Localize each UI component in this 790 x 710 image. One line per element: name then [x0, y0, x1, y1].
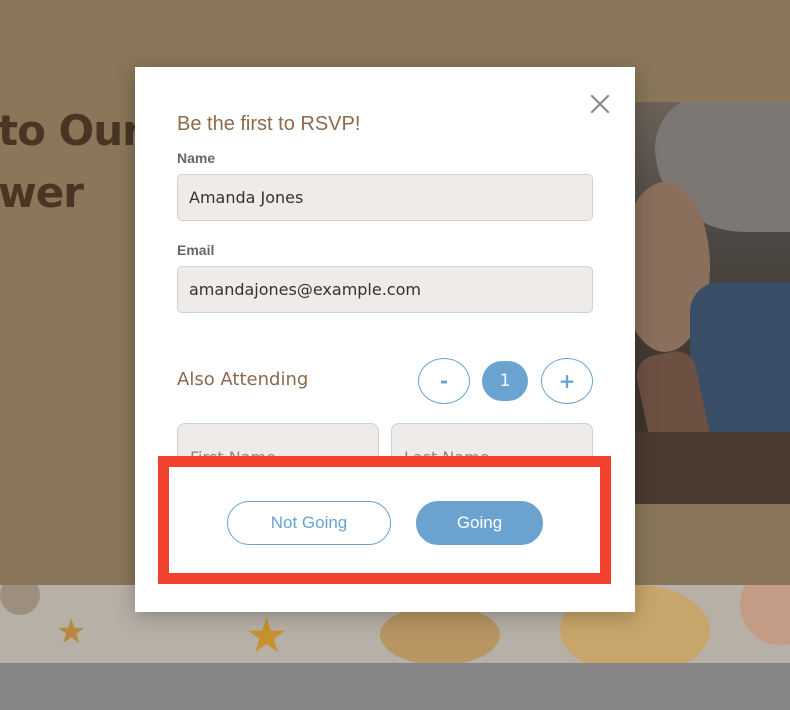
email-label: Email — [177, 242, 215, 258]
modal-heading: Be the first to RSVP! — [177, 113, 361, 135]
star-decoration-icon: ★ — [56, 612, 87, 652]
close-icon[interactable] — [587, 91, 613, 117]
highlight-box — [158, 456, 611, 584]
page-footer — [0, 663, 790, 710]
guest-count: 1 — [482, 361, 528, 401]
increment-button[interactable]: + — [541, 358, 593, 404]
email-field[interactable] — [177, 266, 593, 313]
star-decoration-icon: ★ — [245, 608, 289, 664]
name-label: Name — [177, 150, 216, 166]
also-attending-label: Also Attending — [177, 369, 309, 390]
hero-title: to Our wer — [0, 106, 143, 217]
name-field[interactable] — [177, 174, 593, 221]
decrement-button[interactable]: - — [418, 358, 470, 404]
